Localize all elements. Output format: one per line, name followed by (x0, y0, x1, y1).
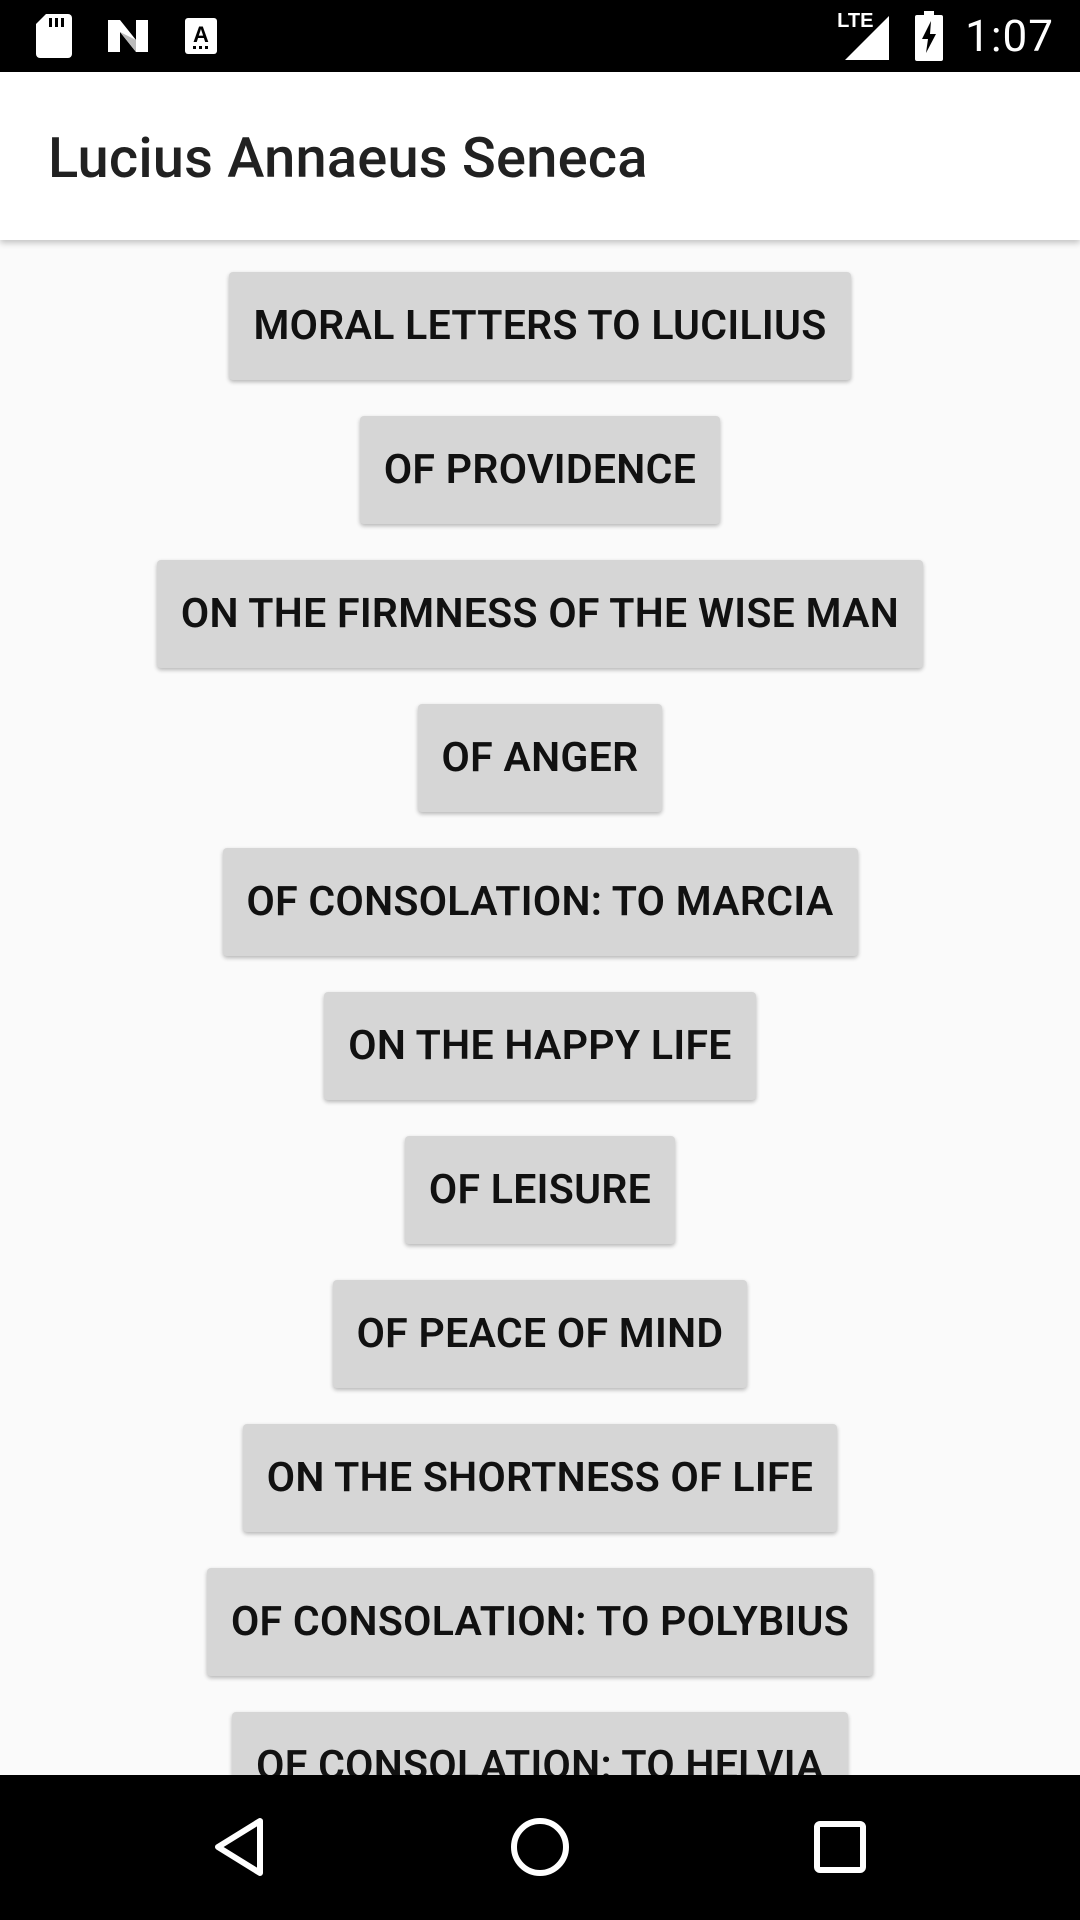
sd-card-icon (36, 14, 72, 58)
status-icons-left: A (36, 14, 218, 58)
book-button-firmness-wise-man[interactable]: ON THE FIRMNESS OF THE WISE MAN (156, 560, 924, 668)
status-bar: A LTE 1:07 (0, 0, 1080, 72)
keyboard-a-icon: A (185, 18, 217, 54)
book-button-shortness-of-life[interactable]: ON THE SHORTNESS OF LIFE (242, 1424, 838, 1532)
signal-icon: LTE (837, 8, 893, 64)
book-button-of-leisure[interactable]: OF LEISURE (404, 1136, 676, 1244)
navigation-bar (0, 1775, 1080, 1920)
svg-text:A: A (193, 22, 209, 47)
book-button-happy-life[interactable]: ON THE HAPPY LIFE (324, 992, 756, 1100)
book-button-of-anger[interactable]: OF ANGER (417, 704, 663, 812)
home-icon[interactable] (504, 1811, 576, 1883)
n-logo-icon (108, 20, 148, 52)
app-bar: Lucius Annaeus Seneca (0, 72, 1080, 240)
book-list-scroll[interactable]: MORAL LETTERS TO LUCILIUS OF PROVIDENCE … (0, 240, 1080, 1775)
status-icons-right: LTE 1:07 (837, 8, 1054, 64)
book-button-moral-letters[interactable]: MORAL LETTERS TO LUCILIUS (229, 272, 851, 380)
recents-icon[interactable] (804, 1811, 876, 1883)
book-button-of-providence[interactable]: OF PROVIDENCE (359, 416, 721, 524)
page-title: Lucius Annaeus Seneca (48, 125, 648, 191)
book-button-peace-of-mind[interactable]: OF PEACE OF MIND (332, 1280, 748, 1388)
back-icon[interactable] (204, 1811, 276, 1883)
book-list: MORAL LETTERS TO LUCILIUS OF PROVIDENCE … (0, 240, 1080, 1775)
book-button-consolation-polybius[interactable]: OF CONSOLATION: TO POLYBIUS (206, 1568, 874, 1676)
status-time: 1:07 (965, 10, 1054, 62)
book-button-consolation-helvia[interactable]: OF CONSOLATION: TO HELVIA (232, 1712, 848, 1775)
book-button-consolation-marcia[interactable]: OF CONSOLATION: TO MARCIA (222, 848, 858, 956)
battery-charging-icon (915, 11, 944, 61)
